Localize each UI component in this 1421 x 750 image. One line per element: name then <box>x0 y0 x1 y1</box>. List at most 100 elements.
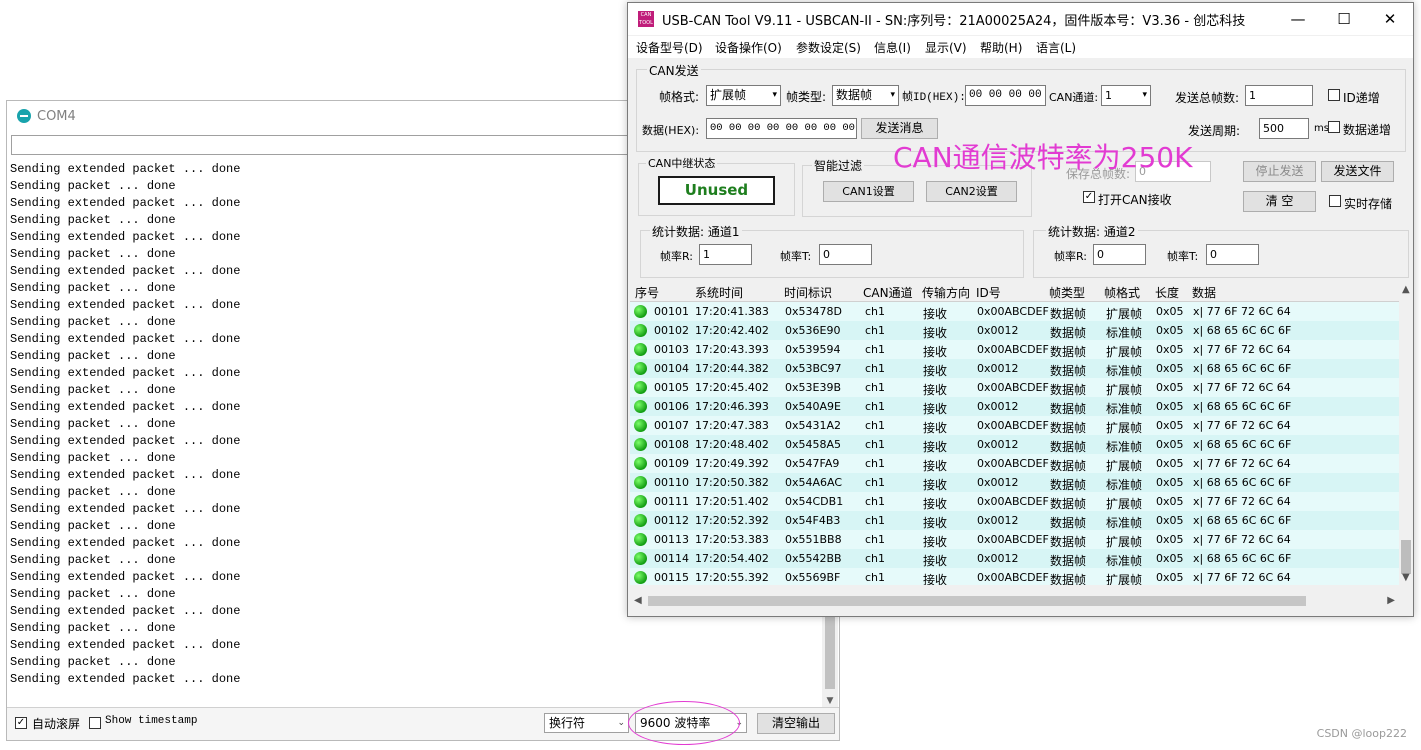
row-frame-type: 数据帧 <box>1050 573 1087 585</box>
col-index[interactable]: 序号 <box>635 284 659 301</box>
row-system-time: 17:20:41.383 <box>695 305 769 318</box>
col-direction[interactable]: 传输方向 <box>922 284 970 301</box>
table-row[interactable]: 00104 17:20:44.382 0x53BC97 ch1 接收 0x0012 数据帧 标… <box>630 359 1399 378</box>
frame-id-input[interactable]: 00 00 00 00 <box>965 85 1046 106</box>
can2-settings-button[interactable]: CAN2设置 <box>926 181 1017 202</box>
row-length: 0x05 <box>1156 419 1184 432</box>
total-frames-input[interactable]: 1 <box>1245 85 1313 106</box>
row-system-time: 17:20:50.382 <box>695 476 769 489</box>
timestamp-checkbox[interactable] <box>89 717 101 729</box>
status-ok-icon <box>634 457 647 470</box>
data-increment-checkbox[interactable] <box>1328 121 1340 133</box>
row-length: 0x05 <box>1156 305 1184 318</box>
table-row[interactable]: 00106 17:20:46.393 0x540A9E ch1 接收 0x0012 数据帧 标… <box>630 397 1399 416</box>
minimize-icon[interactable]: — <box>1275 3 1321 35</box>
autoscroll-checkbox[interactable]: ✓ <box>15 717 27 729</box>
row-direction: 接收 <box>923 440 948 454</box>
frame-id-label: 帧ID(HEX): <box>902 92 966 104</box>
table-row[interactable]: 00109 17:20:49.392 0x547FA9 ch1 接收 0x00ABCDEF… <box>630 454 1399 473</box>
table-row[interactable]: 00112 17:20:52.392 0x54F4B3 ch1 接收 0x0012 数据帧 标… <box>630 511 1399 530</box>
can-channel-select[interactable]: 1 ▾ <box>1101 85 1151 106</box>
table-vertical-scrollbar[interactable]: ▲ ▼ <box>1399 282 1413 585</box>
send-period-input[interactable]: 500 <box>1259 118 1309 139</box>
row-id: 0x0012 <box>977 362 1019 375</box>
row-time-stamp: 0x53BC97 <box>785 362 842 375</box>
col-frame-type[interactable]: 帧类型 <box>1049 284 1085 301</box>
row-can-channel: ch1 <box>865 533 886 546</box>
row-direction: 接收 <box>923 478 948 492</box>
col-time-stamp[interactable]: 时间标识 <box>784 284 832 301</box>
maximize-icon[interactable]: ☐ <box>1321 3 1367 35</box>
row-time-stamp: 0x5542BB <box>785 552 842 565</box>
row-system-time: 17:20:47.383 <box>695 419 769 432</box>
table-row[interactable]: 00107 17:20:47.383 0x5431A2 ch1 接收 0x00ABCDEF… <box>630 416 1399 435</box>
table-row[interactable]: 00105 17:20:45.402 0x53E39B ch1 接收 0x00ABCDEF… <box>630 378 1399 397</box>
scroll-left-icon[interactable]: ◀ <box>634 595 642 606</box>
col-system-time[interactable]: 系统时间 <box>695 284 743 301</box>
status-ok-icon <box>634 495 647 508</box>
status-ok-icon <box>634 571 647 584</box>
col-data[interactable]: 数据 <box>1192 284 1216 301</box>
table-row[interactable]: 00103 17:20:43.393 0x539594 ch1 接收 0x00ABCDEF… <box>630 340 1399 359</box>
table-row[interactable]: 00113 17:20:53.383 0x551BB8 ch1 接收 0x00ABCDEF… <box>630 530 1399 549</box>
row-system-time: 17:20:49.392 <box>695 457 769 470</box>
col-length[interactable]: 长度 <box>1155 284 1179 301</box>
row-id: 0x00ABCDEF <box>977 343 1049 356</box>
table-row[interactable]: 00101 17:20:41.383 0x53478D ch1 接收 0x00ABCDEF… <box>630 302 1399 321</box>
send-file-button[interactable]: 发送文件 <box>1321 161 1394 182</box>
serial-output-line: Sending extended packet ... done <box>10 638 241 652</box>
chevron-down-icon: ▾ <box>772 90 777 100</box>
row-direction: 接收 <box>923 307 948 321</box>
clear-output-button[interactable]: 清空输出 <box>757 713 835 734</box>
table-row[interactable]: 00115 17:20:55.392 0x5569BF ch1 接收 0x00ABCDEF… <box>630 568 1399 585</box>
can-window-title: USB-CAN Tool V9.11 - USBCAN-II - SN:序列号：… <box>662 13 1246 29</box>
menu-device-operation[interactable]: 设备操作(O) <box>715 39 782 56</box>
scroll-up-icon[interactable]: ▲ <box>1402 284 1410 295</box>
status-ok-icon <box>634 305 647 318</box>
scroll-down-icon[interactable]: ▼ <box>1402 572 1410 583</box>
row-data: x| 77 6F 72 6C 64 <box>1193 381 1291 394</box>
table-row[interactable]: 00102 17:20:42.402 0x536E90 ch1 接收 0x0012 数据帧 标… <box>630 321 1399 340</box>
scrollbar-thumb[interactable] <box>1401 540 1411 574</box>
table-row[interactable]: 00108 17:20:48.402 0x5458A5 ch1 接收 0x0012 数据帧 标… <box>630 435 1399 454</box>
scrollbar-thumb[interactable] <box>825 611 835 689</box>
row-time-stamp: 0x5458A5 <box>785 438 842 451</box>
chevron-down-icon: ▾ <box>890 90 895 100</box>
frame-type-label: 帧类型: <box>786 90 827 104</box>
row-frame-format: 扩展帧 <box>1106 345 1143 359</box>
row-index: 00112 <box>654 514 689 527</box>
col-frame-format[interactable]: 帧格式 <box>1104 284 1140 301</box>
table-horizontal-scrollbar[interactable]: ◀ ▶ <box>630 593 1399 609</box>
menu-device-model[interactable]: 设备型号(D) <box>636 39 703 56</box>
table-row[interactable]: 00110 17:20:50.382 0x54A6AC ch1 接收 0x0012 数据帧 标… <box>630 473 1399 492</box>
row-data: x| 77 6F 72 6C 64 <box>1193 457 1291 470</box>
menu-language[interactable]: 语言(L) <box>1036 39 1076 56</box>
close-icon[interactable]: ✕ <box>1367 3 1413 35</box>
realtime-save-checkbox[interactable] <box>1329 195 1341 207</box>
scrollbar-thumb[interactable] <box>648 596 1306 606</box>
row-system-time: 17:20:51.402 <box>695 495 769 508</box>
clear-button[interactable]: 清 空 <box>1243 191 1316 212</box>
row-index: 00110 <box>654 476 689 489</box>
data-hex-input[interactable]: 00 00 00 00 00 00 00 00 <box>706 118 857 139</box>
row-id: 0x00ABCDEF <box>977 419 1049 432</box>
table-row[interactable]: 00111 17:20:51.402 0x54CDB1 ch1 接收 0x00ABCDEF… <box>630 492 1399 511</box>
menu-help[interactable]: 帮助(H) <box>980 39 1022 56</box>
can1-settings-button[interactable]: CAN1设置 <box>823 181 914 202</box>
line-ending-select[interactable]: 换行符 ⌄ <box>544 713 629 733</box>
menu-display[interactable]: 显示(V) <box>925 39 967 56</box>
id-increment-checkbox[interactable] <box>1328 89 1340 101</box>
stop-send-button[interactable]: 停止发送 <box>1243 161 1316 182</box>
col-id[interactable]: ID号 <box>976 284 1001 301</box>
menu-parameters[interactable]: 参数设定(S) <box>796 39 861 56</box>
chevron-down-icon: ▾ <box>1142 90 1147 100</box>
scroll-right-icon[interactable]: ▶ <box>1387 595 1395 606</box>
col-can-channel[interactable]: CAN通道 <box>863 284 913 301</box>
line-ending-value: 换行符 <box>549 716 586 730</box>
frame-type-select[interactable]: 数据帧 ▾ <box>832 85 899 106</box>
menu-info[interactable]: 信息(I) <box>874 39 911 56</box>
table-row[interactable]: 00114 17:20:54.402 0x5542BB ch1 接收 0x0012 数据帧 标… <box>630 549 1399 568</box>
frame-format-select[interactable]: 扩展帧 ▾ <box>706 85 781 106</box>
open-receive-checkbox[interactable]: ✓ <box>1083 191 1095 203</box>
row-index: 00105 <box>654 381 689 394</box>
